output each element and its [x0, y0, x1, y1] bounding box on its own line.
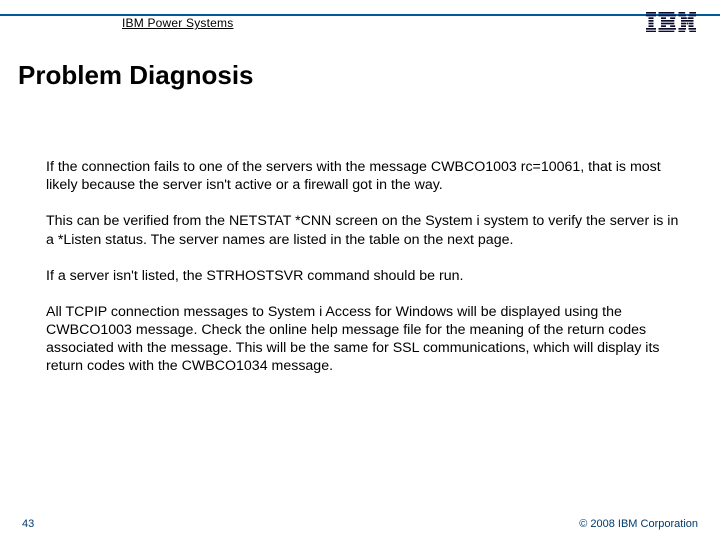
- paragraph-2: This can be verified from the NETSTAT *C…: [46, 212, 680, 248]
- ibm-logo-icon: [644, 12, 698, 37]
- slide-body: If the connection fails to one of the se…: [46, 158, 680, 394]
- paragraph-1: If the connection fails to one of the se…: [46, 158, 680, 194]
- page-number: 43: [22, 518, 34, 530]
- slide-header: IBM Power Systems: [0, 14, 720, 38]
- header-rule: [0, 14, 720, 16]
- product-line-label: IBM Power Systems: [122, 16, 233, 30]
- slide-footer: 43 © 2008 IBM Corporation: [0, 510, 720, 530]
- paragraph-3: If a server isn't listed, the STRHOSTSVR…: [46, 267, 680, 285]
- slide: IBM Power Systems: [0, 0, 720, 540]
- paragraph-4: All TCPIP connection messages to System …: [46, 303, 680, 376]
- slide-title: Problem Diagnosis: [18, 60, 254, 91]
- copyright-label: © 2008 IBM Corporation: [579, 518, 698, 530]
